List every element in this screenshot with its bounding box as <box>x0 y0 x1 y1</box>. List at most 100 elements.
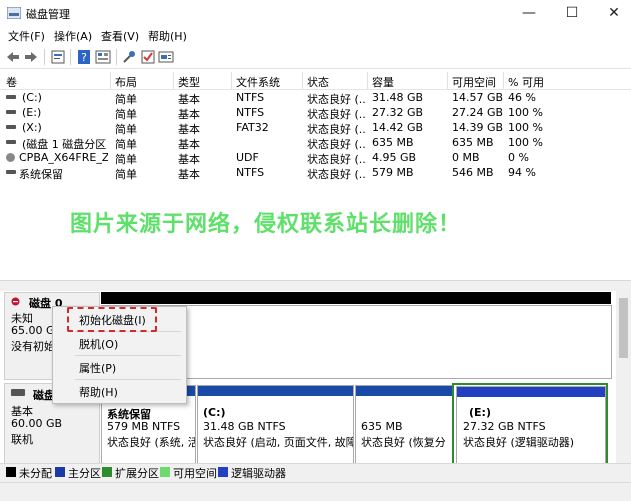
cell-percent-free: 94 % <box>508 166 536 179</box>
svg-text:?: ? <box>81 51 87 64</box>
scrollbar-thumb[interactable] <box>619 298 628 358</box>
drive-icon <box>6 110 16 114</box>
legend-swatch-free-space <box>160 467 170 477</box>
cell-free-space: 635 MB <box>452 136 494 149</box>
cell-status: 状态良好 (... <box>307 168 367 181</box>
column-volume[interactable]: 卷 <box>6 74 17 90</box>
cell-volume: (C:) <box>22 91 42 104</box>
menu-separator <box>75 355 181 356</box>
menu-separator <box>75 379 181 380</box>
partition-size: 31.48 GB NTFS <box>203 420 286 433</box>
cell-free-space: 14.39 GB <box>452 121 504 134</box>
cell-capacity: 635 MB <box>372 136 414 149</box>
settings-icon[interactable] <box>158 49 174 65</box>
menu-action[interactable]: 操作(A) <box>54 28 92 44</box>
column-divider[interactable] <box>367 72 368 89</box>
column-divider[interactable] <box>503 72 504 89</box>
legend-swatch-logical <box>218 467 228 477</box>
column-divider[interactable] <box>231 72 232 89</box>
cell-percent-free: 100 % <box>508 121 543 134</box>
disk1-status: 联机 <box>11 433 33 446</box>
legend-swatch-unallocated <box>6 467 16 477</box>
column-free-space[interactable]: 可用空间 <box>452 74 496 90</box>
drive-icon <box>6 125 16 129</box>
menu-item-help[interactable]: 帮助(H) <box>79 384 118 400</box>
status-bar <box>0 482 631 501</box>
partition-e[interactable]: (E:) 27.32 GB NTFS 状态良好 (逻辑驱动器) <box>456 386 606 465</box>
legend-label-free-space: 可用空间 <box>173 467 217 480</box>
column-layout[interactable]: 布局 <box>115 74 137 90</box>
drive-icon <box>6 95 16 99</box>
legend-label-unallocated: 未分配 <box>19 467 52 480</box>
cell-volume: (X:) <box>22 121 42 134</box>
cell-percent-free: 100 % <box>508 106 543 119</box>
cell-free-space: 546 MB <box>452 166 494 179</box>
partition-name: (C:) <box>203 406 226 419</box>
table-row[interactable]: (X:) 简单 基本 FAT32 状态良好 (... 14.42 GB 14.3… <box>0 120 631 136</box>
maximize-button[interactable]: ☐ <box>552 0 592 26</box>
legend-swatch-extended <box>102 467 112 477</box>
cell-filesystem: FAT32 <box>236 121 269 134</box>
menu-file[interactable]: 文件(F) <box>8 28 45 44</box>
table-row[interactable]: (E:) 简单 基本 NTFS 状态良好 (... 27.32 GB 27.24… <box>0 105 631 121</box>
menu-item-properties[interactable]: 属性(P) <box>79 360 116 376</box>
disk-uninitialized-icon <box>11 296 20 306</box>
help-icon[interactable]: ? <box>76 49 92 65</box>
column-divider[interactable] <box>302 72 303 89</box>
partition-size: 27.32 GB NTFS <box>463 420 546 433</box>
drive-icon <box>6 170 16 174</box>
partition-recovery[interactable]: 635 MB 状态良好 (恢复分 <box>355 385 453 465</box>
table-row[interactable]: 系统保留 简单 基本 NTFS 状态良好 (... 579 MB 546 MB … <box>0 165 631 181</box>
table-row[interactable]: CPBA_X64FRE_Z... 简单 基本 UDF 状态良好 (... 4.9… <box>0 150 631 166</box>
cell-capacity: 4.95 GB <box>372 151 417 164</box>
column-capacity[interactable]: 容量 <box>372 74 394 90</box>
cell-volume: 系统保留 <box>19 168 63 181</box>
connect-icon[interactable] <box>121 49 137 65</box>
toolbar-separator <box>44 49 45 65</box>
menu-help[interactable]: 帮助(H) <box>148 28 187 44</box>
cell-volume: (E:) <box>22 106 42 119</box>
cell-type: 基本 <box>178 168 200 181</box>
column-percent-free[interactable]: % 可用 <box>508 74 544 90</box>
cell-volume: CPBA_X64FRE_Z... <box>19 151 108 164</box>
primary-partition-bar <box>356 386 452 396</box>
watermark-text: 图片来源于网络，侵权联系站长删除！ <box>70 212 462 237</box>
disk-management-app-icon <box>7 7 21 19</box>
legend-swatch-primary <box>55 467 65 477</box>
column-type[interactable]: 类型 <box>178 74 200 90</box>
cell-filesystem: NTFS <box>236 166 265 179</box>
table-row[interactable]: (C:) 简单 基本 NTFS 状态良好 (... 31.48 GB 14.57… <box>0 90 631 106</box>
cell-layout: 简单 <box>115 168 137 181</box>
forward-icon[interactable] <box>23 49 39 65</box>
legend-label-primary: 主分区 <box>68 467 101 480</box>
column-divider[interactable] <box>173 72 174 89</box>
partition-size: 579 MB NTFS <box>107 420 181 433</box>
column-divider[interactable] <box>447 72 448 89</box>
cell-capacity: 14.42 GB <box>372 121 424 134</box>
partition-status: 状态良好 (启动, 页面文件, 故障转 <box>203 436 354 449</box>
toolbar-separator <box>70 49 71 65</box>
menu-item-offline[interactable]: 脱机(O) <box>79 336 118 352</box>
cell-percent-free: 100 % <box>508 136 543 149</box>
partition-status: 状态良好 (恢复分 <box>361 436 446 449</box>
table-row[interactable]: (磁盘 1 磁盘分区 3) 简单 基本 状态良好 (... 635 MB 635… <box>0 135 631 151</box>
menu-view[interactable]: 查看(V) <box>101 28 139 44</box>
menu-bar <box>0 26 631 46</box>
close-button[interactable]: ✕ <box>594 0 631 26</box>
partition-status: 状态良好 (逻辑驱动器) <box>463 436 575 449</box>
partition-c[interactable]: (C:) 31.48 GB NTFS 状态良好 (启动, 页面文件, 故障转 <box>197 385 354 465</box>
cell-percent-free: 0 % <box>508 151 529 164</box>
back-icon[interactable] <box>5 49 21 65</box>
disk0-unallocated-bar[interactable] <box>101 292 611 304</box>
cell-filesystem: NTFS <box>236 106 265 119</box>
column-status[interactable]: 状态 <box>307 74 329 90</box>
list-view-icon[interactable] <box>95 49 111 65</box>
check-icon[interactable] <box>140 49 156 65</box>
cell-free-space: 0 MB <box>452 151 480 164</box>
minimize-button[interactable]: — <box>509 0 549 26</box>
column-divider[interactable] <box>110 72 111 89</box>
disk-icon <box>11 389 25 396</box>
properties-icon[interactable] <box>50 49 66 65</box>
drive-icon <box>6 140 16 144</box>
column-filesystem[interactable]: 文件系统 <box>236 74 280 90</box>
